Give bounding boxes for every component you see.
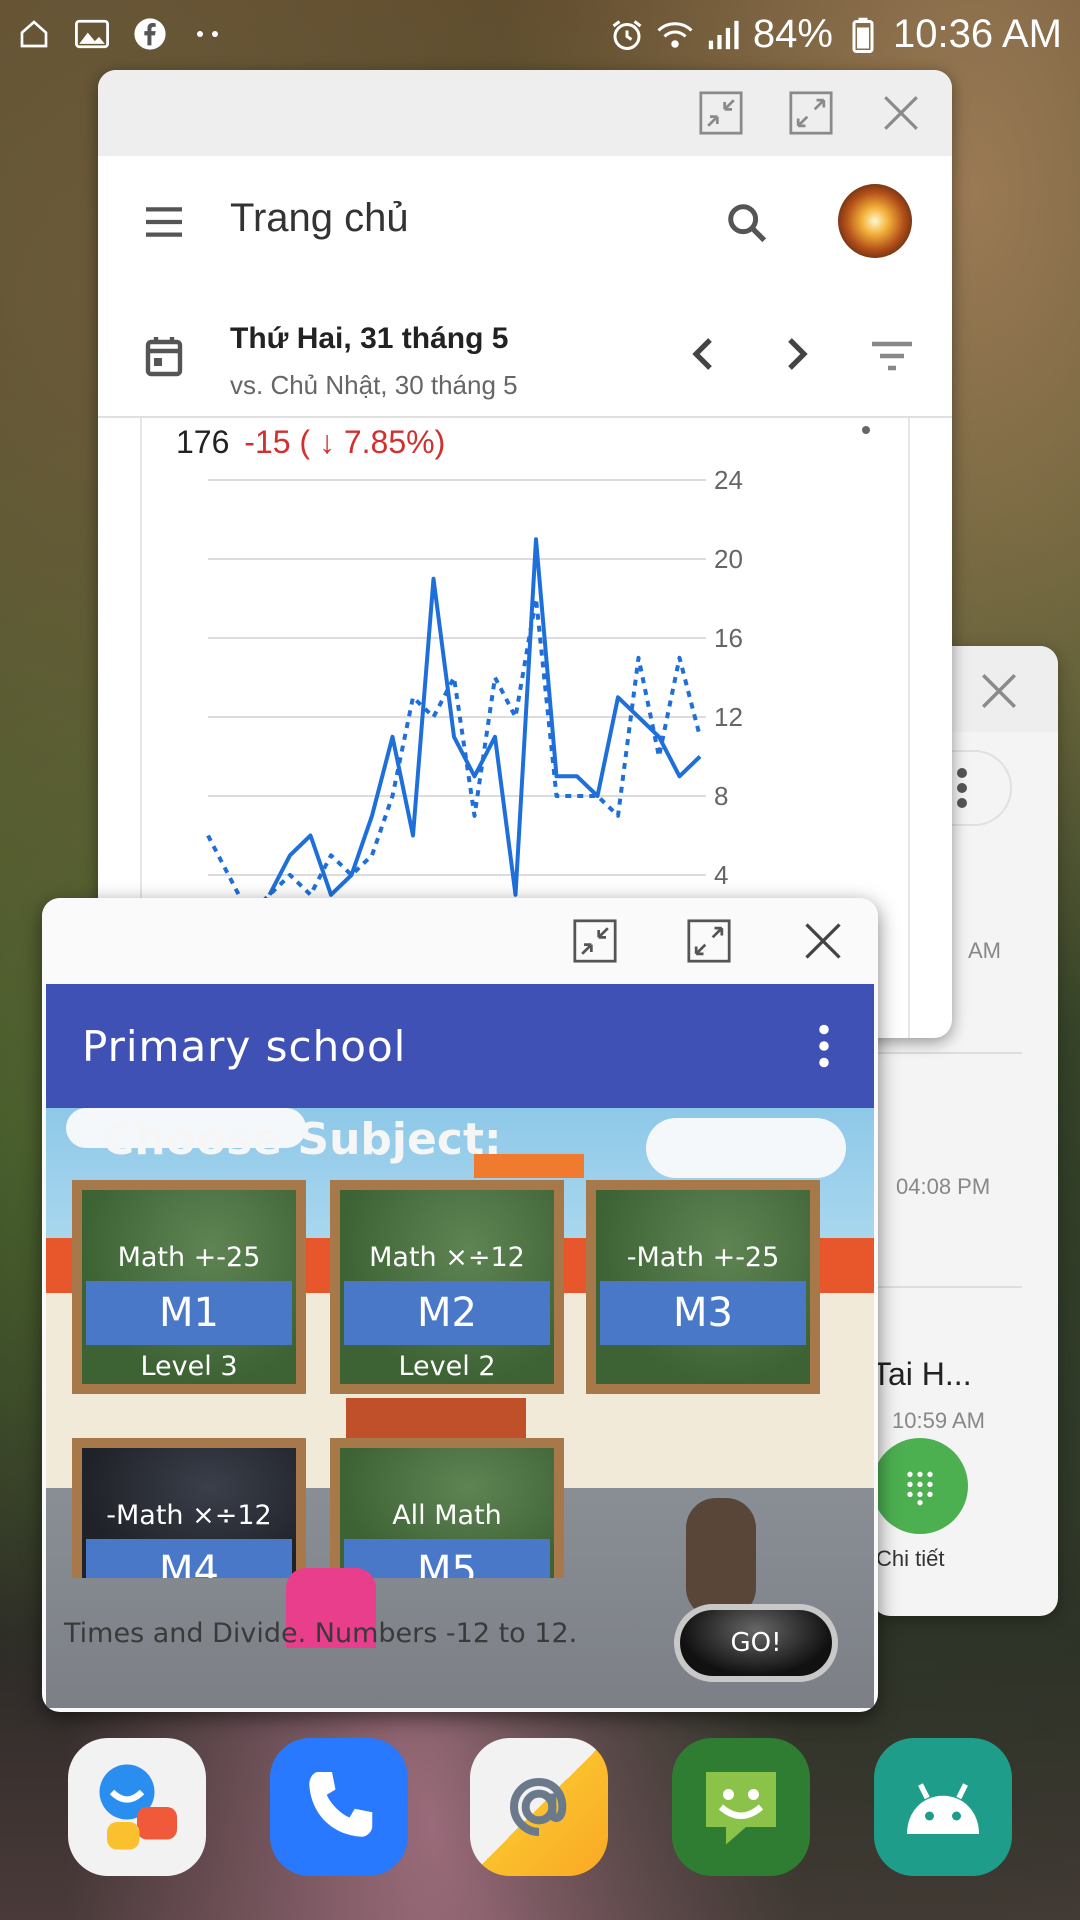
cloud <box>646 1118 846 1178</box>
status-bar: 84% 10:36 AM <box>0 0 1080 72</box>
messenger-app-icon[interactable] <box>68 1738 206 1876</box>
board-code: M5 <box>344 1539 550 1578</box>
side-time-2: 04:08 PM <box>896 1174 991 1199</box>
board-subject: -Math +-25 <box>626 1242 780 1273</box>
alarm-icon <box>609 17 645 53</box>
scene-heading: Choose Subject: <box>102 1114 502 1165</box>
y-tick-label: 24 <box>714 465 743 495</box>
filter-icon[interactable] <box>870 340 914 372</box>
board-level: Level 3 <box>140 1351 238 1382</box>
gallery-icon <box>74 16 110 52</box>
board-subject: Math +-25 <box>117 1242 261 1273</box>
page-title: Trang chủ <box>230 196 409 240</box>
game-window-title-bar[interactable] <box>42 898 878 984</box>
game-window[interactable]: Primary school Choose Subject: Math +-25… <box>42 898 878 1712</box>
side-time-3: 10:59 AM <box>892 1408 985 1433</box>
minimize-icon[interactable] <box>676 70 766 158</box>
game-scene: Choose Subject: Math +-25 M1 Level 3 Mat… <box>46 1108 874 1708</box>
board-code: M3 <box>600 1281 806 1345</box>
board-code: M4 <box>86 1539 292 1578</box>
calendar-icon[interactable] <box>144 334 184 378</box>
subject-description: Times and Divide. Numbers -12 to 12. <box>64 1618 578 1649</box>
subject-board-m1[interactable]: Math +-25 M1 Level 3 <box>72 1180 306 1394</box>
avatar[interactable] <box>838 184 912 258</box>
game-title: Primary school <box>82 1021 407 1071</box>
dialpad-fab[interactable] <box>872 1438 968 1534</box>
go-button[interactable]: GO! <box>674 1604 838 1682</box>
compare-date: vs. Chủ Nhật, 30 tháng 5 <box>230 370 518 400</box>
home-icon <box>16 16 52 52</box>
board-subject: Math ×÷12 <box>369 1242 525 1273</box>
game-close-icon[interactable] <box>778 898 868 986</box>
board-code: M1 <box>86 1281 292 1345</box>
subject-board-m3[interactable]: -Math +-25 M3 <box>586 1180 820 1394</box>
date-bar: Thứ Hai, 31 tháng 5 vs. Chủ Nhật, 30 thá… <box>98 290 952 418</box>
subject-board-m4[interactable]: -Math ×÷12 M4 <box>72 1438 306 1578</box>
messages-app-icon[interactable] <box>672 1738 810 1876</box>
subject-board-m2[interactable]: Math ×÷12 M2 Level 2 <box>330 1180 564 1394</box>
game-maximize-icon[interactable] <box>664 898 754 986</box>
side-time-1: AM <box>968 938 1001 963</box>
y-tick-label: 20 <box>714 544 743 574</box>
kid-character <box>686 1498 756 1618</box>
menu-icon[interactable] <box>142 204 186 240</box>
android-app-icon[interactable] <box>874 1738 1012 1876</box>
overflow-menu-icon[interactable] <box>818 1024 838 1068</box>
prev-date-button[interactable] <box>686 334 722 374</box>
facebook-icon <box>132 16 168 52</box>
window-title-bar[interactable] <box>98 70 952 156</box>
y-tick-label: 8 <box>714 781 728 811</box>
side-partial-text: Tai H... <box>872 1356 972 1392</box>
side-window-close-button[interactable] <box>954 646 1044 736</box>
more-dots-icon <box>190 16 226 52</box>
game-app-bar: Primary school <box>46 984 874 1108</box>
fab-label: Chi tiết <box>876 1546 945 1571</box>
signal-icon <box>705 17 741 53</box>
y-tick-label: 16 <box>714 623 743 653</box>
game-minimize-icon[interactable] <box>550 898 640 986</box>
y-tick-label: 4 <box>714 860 728 890</box>
app-bar: Trang chủ <box>98 156 952 290</box>
battery-icon <box>845 17 881 53</box>
maximize-icon[interactable] <box>766 70 856 158</box>
clock: 10:36 AM <box>892 12 1062 56</box>
board-subject: All Math <box>392 1500 502 1531</box>
search-icon[interactable] <box>724 200 770 246</box>
go-button-label: GO! <box>730 1628 782 1658</box>
next-date-button[interactable] <box>778 334 814 374</box>
board-subject: -Math ×÷12 <box>106 1500 272 1531</box>
wifi-icon <box>657 17 693 53</box>
y-tick-label: 12 <box>714 702 743 732</box>
board-level: Level 2 <box>398 1351 496 1382</box>
subject-board-m5[interactable]: All Math M5 <box>330 1438 564 1578</box>
app-dock <box>0 1738 1080 1878</box>
phone-app-icon[interactable] <box>270 1738 408 1876</box>
current-date[interactable]: Thứ Hai, 31 tháng 5 <box>230 322 508 356</box>
battery-percent: 84% <box>752 12 833 56</box>
close-icon[interactable] <box>856 70 946 158</box>
email-app-icon[interactable] <box>470 1738 608 1876</box>
board-code: M2 <box>344 1281 550 1345</box>
analytics-window[interactable]: Trang chủ Thứ Hai, 31 tháng 5 vs. Chủ Nh… <box>98 70 952 1038</box>
